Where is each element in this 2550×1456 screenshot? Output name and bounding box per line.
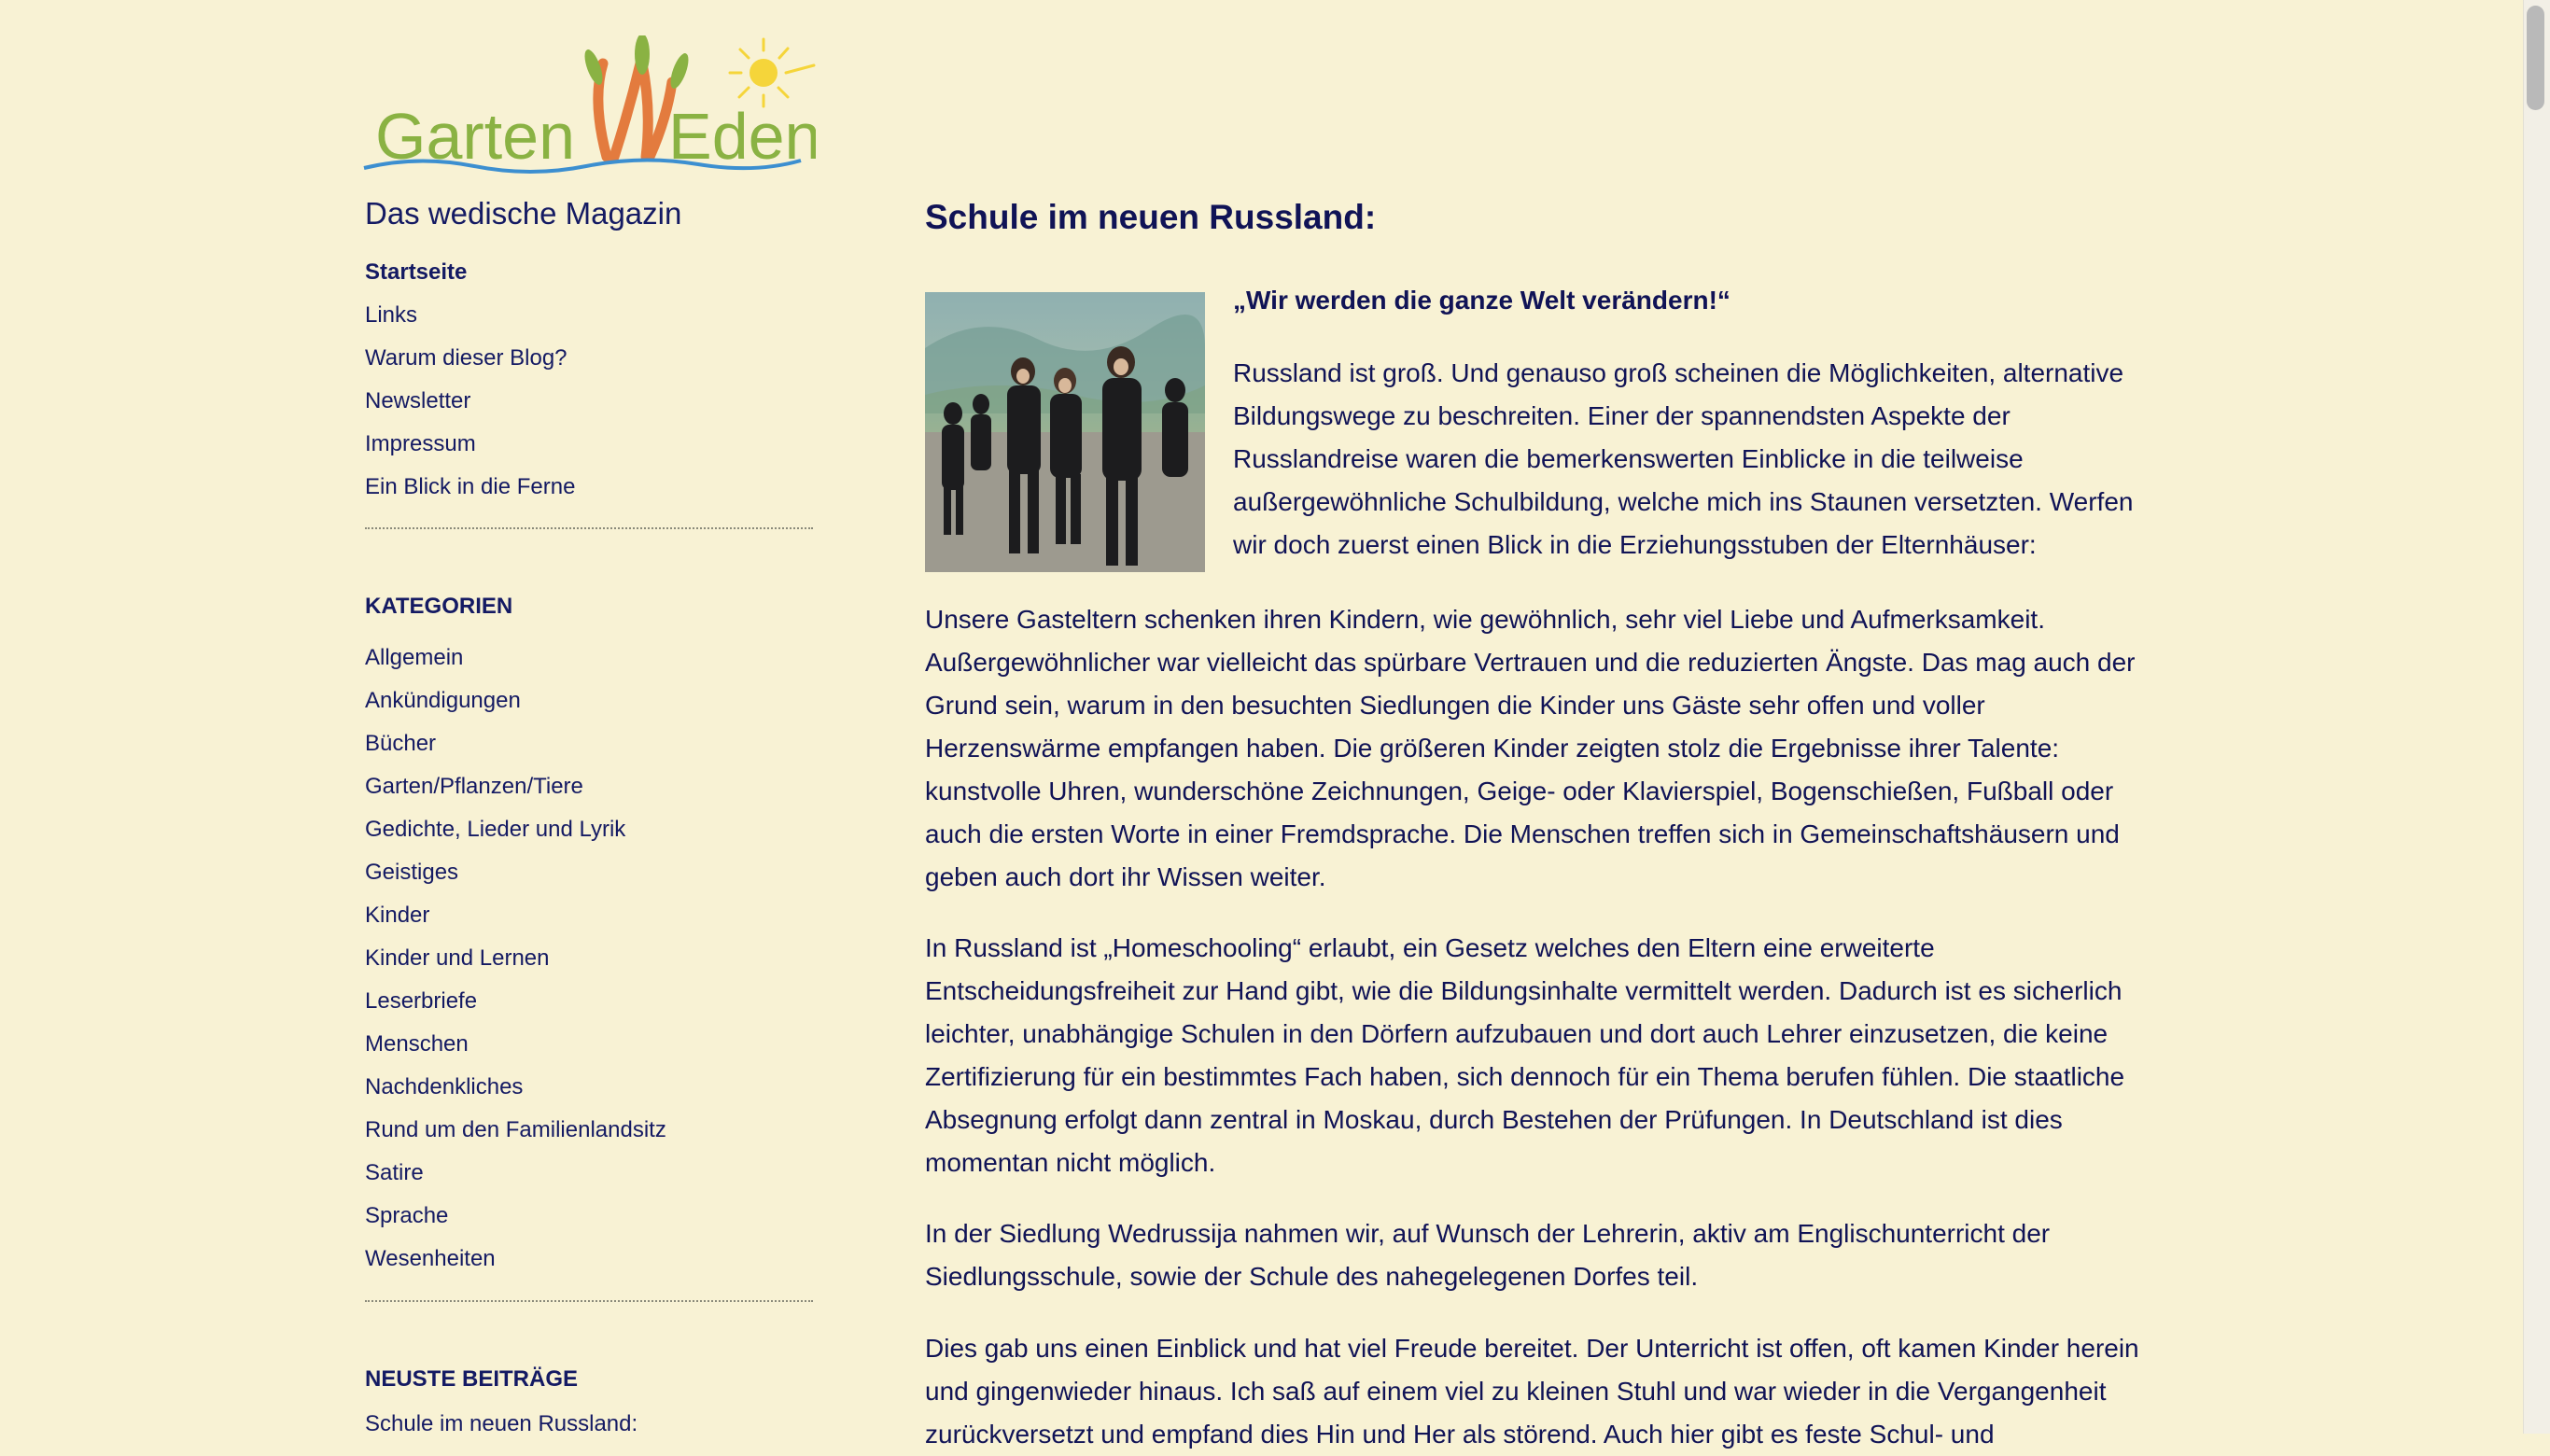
sidebar-divider — [365, 1300, 813, 1302]
category-item[interactable]: Gedichte, Lieder und Lyrik — [365, 814, 666, 857]
nav-item-newsletter[interactable]: Newsletter — [365, 385, 575, 428]
category-item[interactable]: Leserbriefe — [365, 986, 666, 1029]
article-paragraph: In Russland ist „Homeschooling“ erlaubt,… — [925, 933, 2125, 1177]
category-item[interactable]: Wesenheiten — [365, 1243, 666, 1286]
categories-heading: KATEGORIEN — [365, 594, 513, 619]
sun-icon — [728, 37, 816, 108]
category-item[interactable]: Rund um den Familienlandsitz — [365, 1114, 666, 1157]
nav-item-warum-dieser-blog[interactable]: Warum dieser Blog? — [365, 343, 575, 385]
article-photo[interactable] — [925, 292, 1205, 572]
category-item[interactable]: Nachdenkliches — [365, 1071, 666, 1114]
nav-item-ein-blick-in-die-ferne[interactable]: Ein Blick in die Ferne — [365, 471, 575, 514]
nav-item-links[interactable]: Links — [365, 300, 575, 343]
site-logo[interactable]: Garten Eden — [362, 34, 820, 175]
article-paragraph: Dies gab uns einen Einblick und hat viel… — [925, 1334, 2139, 1449]
category-item[interactable]: Sprache — [365, 1200, 666, 1243]
site-logo-graphic: Garten Eden — [363, 34, 820, 174]
category-item[interactable]: Satire — [365, 1157, 666, 1200]
sidebar-divider — [365, 527, 813, 529]
scrollbar-thumb[interactable] — [2527, 6, 2544, 110]
page-scrollbar[interactable] — [2523, 0, 2550, 1434]
main-navigation: Startseite Links Warum dieser Blog? News… — [365, 257, 575, 514]
category-item[interactable]: Garten/Pflanzen/Tiere — [365, 771, 666, 814]
article-subheading: „Wir werden die ganze Welt verändern!“ — [1233, 286, 1730, 315]
dancing-children-image — [925, 292, 1205, 572]
category-item[interactable]: Bücher — [365, 728, 666, 771]
category-item[interactable]: Allgemein — [365, 642, 666, 685]
site-tagline: Das wedische Magazin — [365, 196, 682, 231]
article-paragraph: In der Siedlung Wedrussija nahmen wir, a… — [925, 1219, 2051, 1291]
nav-item-impressum[interactable]: Impressum — [365, 428, 575, 471]
category-item[interactable]: Menschen — [365, 1029, 666, 1071]
article-paragraph: Russland ist groß. Und genauso groß sche… — [1233, 358, 2134, 559]
recent-posts-heading: NEUSTE BEITRÄGE — [365, 1366, 579, 1392]
category-item[interactable]: Kinder — [365, 900, 666, 943]
article-paragraph: Unsere Gasteltern schenken ihren Kindern… — [925, 605, 2136, 891]
article-title[interactable]: Schule im neuen Russland: — [925, 198, 1376, 237]
nav-item-startseite[interactable]: Startseite — [365, 257, 575, 300]
category-item[interactable]: Ankündigungen — [365, 685, 666, 728]
categories-list: Allgemein Ankündigungen Bücher Garten/Pf… — [365, 642, 666, 1286]
category-item[interactable]: Kinder und Lernen — [365, 943, 666, 986]
category-item[interactable]: Geistiges — [365, 857, 666, 900]
